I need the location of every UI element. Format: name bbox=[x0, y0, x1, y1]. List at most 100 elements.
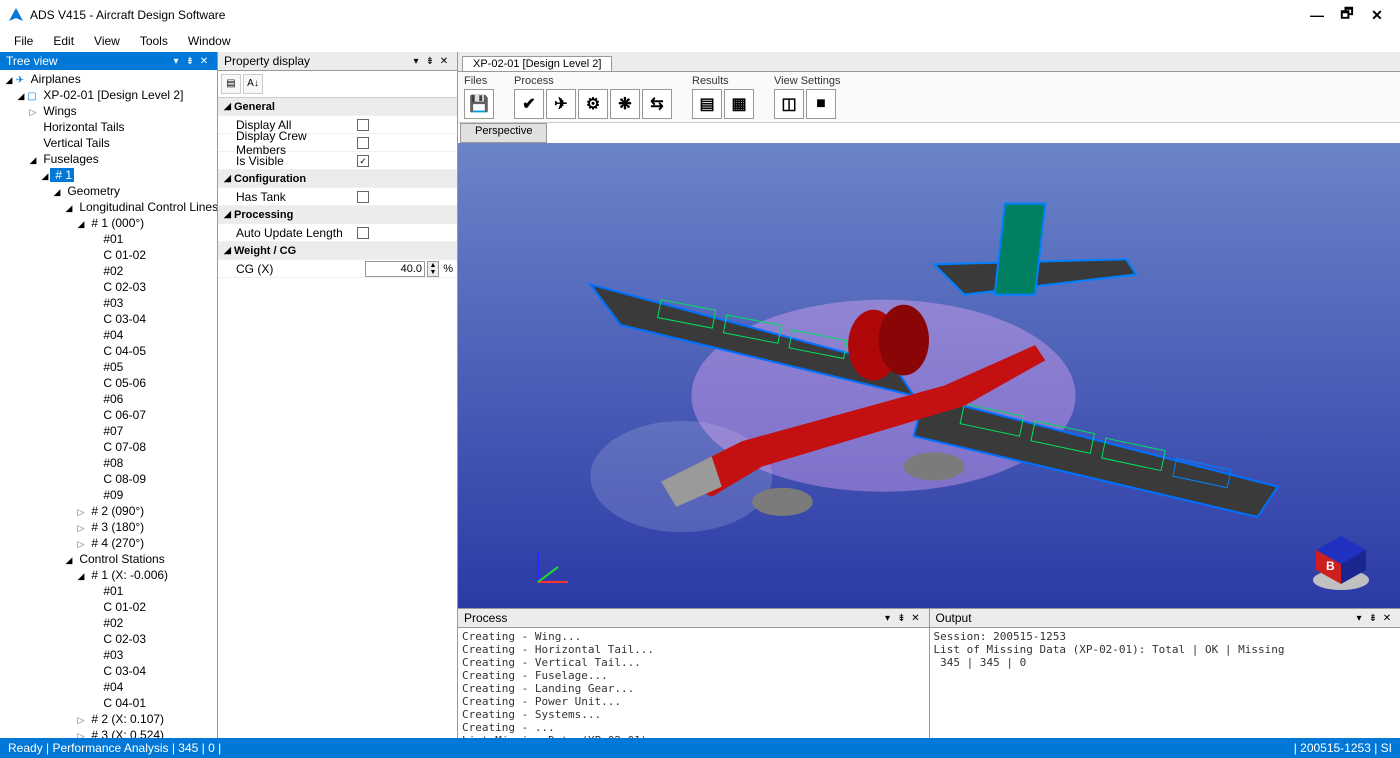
tree-label[interactable]: C 07-08 bbox=[98, 440, 148, 454]
triangle-open-icon[interactable]: ◢ bbox=[76, 217, 86, 232]
tree-label[interactable]: C 04-01 bbox=[98, 696, 148, 710]
tree-label[interactable]: #01 bbox=[98, 232, 125, 246]
tree-node[interactable]: ▷ # 2 (090°) bbox=[4, 504, 217, 520]
tree-node[interactable]: C 03-04 bbox=[4, 664, 217, 680]
tree-label[interactable]: C 08-09 bbox=[98, 472, 148, 486]
tree-node[interactable]: #02 bbox=[4, 264, 217, 280]
save-icon[interactable]: 💾 bbox=[464, 89, 494, 119]
tree-label[interactable]: C 01-02 bbox=[98, 600, 148, 614]
tree-node[interactable]: ◢✈ Airplanes bbox=[4, 72, 217, 88]
tree-node[interactable]: ◢ # 1 (000°) bbox=[4, 216, 217, 232]
tree-label[interactable]: # 3 (X: 0.524) bbox=[86, 728, 166, 738]
tree-node[interactable]: ◢ Control Stations bbox=[4, 552, 217, 568]
checkbox[interactable] bbox=[357, 119, 369, 131]
triangle-open-icon[interactable]: ◢ bbox=[16, 89, 26, 104]
tree-view[interactable]: ◢✈ Airplanes◢▢ XP-02-01 [Design Level 2]… bbox=[0, 70, 217, 738]
perspective-tab[interactable]: Perspective bbox=[460, 123, 547, 143]
tree-node[interactable]: Horizontal Tails bbox=[4, 120, 217, 136]
tree-label[interactable]: #08 bbox=[98, 456, 125, 470]
triangle-closed-icon[interactable]: ▷ bbox=[76, 521, 86, 536]
tree-node[interactable]: ◢ Longitudinal Control Lines bbox=[4, 200, 217, 216]
tree-label[interactable]: #03 bbox=[98, 648, 125, 662]
tree-node[interactable]: C 04-05 bbox=[4, 344, 217, 360]
panel-dropdown-icon[interactable]: ▾ bbox=[881, 613, 895, 624]
checkbox[interactable] bbox=[357, 137, 369, 149]
tree-label[interactable]: Fuselages bbox=[38, 152, 101, 166]
tree-node[interactable]: #02 bbox=[4, 616, 217, 632]
prop-section[interactable]: ◢ Weight / CG bbox=[218, 242, 457, 260]
output-log[interactable]: Session: 200515-1253 List of Missing Dat… bbox=[930, 628, 1400, 738]
triangle-closed-icon[interactable]: ▷ bbox=[28, 105, 38, 120]
tree-node[interactable]: ▷ # 4 (270°) bbox=[4, 536, 217, 552]
tree-label[interactable]: C 06-07 bbox=[98, 408, 148, 422]
panel-dropdown-icon[interactable]: ▾ bbox=[1352, 613, 1366, 624]
tree-label[interactable]: Wings bbox=[38, 104, 79, 118]
tree-node[interactable]: #09 bbox=[4, 488, 217, 504]
tree-label[interactable]: #02 bbox=[98, 264, 125, 278]
tree-node[interactable]: ◢ # 1 bbox=[4, 168, 217, 184]
tree-label[interactable]: # 2 (090°) bbox=[86, 504, 146, 518]
triangle-open-icon[interactable]: ◢ bbox=[224, 173, 234, 184]
tree-label[interactable]: XP-02-01 [Design Level 2] bbox=[38, 88, 185, 102]
tree-label[interactable]: #01 bbox=[98, 584, 125, 598]
triangle-open-icon[interactable]: ◢ bbox=[28, 153, 38, 168]
prop-categorize-icon[interactable]: ▤ bbox=[221, 74, 241, 94]
tree-label[interactable]: C 04-05 bbox=[98, 344, 148, 358]
tree-label[interactable]: Horizontal Tails bbox=[38, 120, 126, 134]
spinner-icon[interactable]: ▲▼ bbox=[427, 261, 439, 277]
checkbox[interactable] bbox=[357, 227, 369, 239]
tree-node[interactable]: C 06-07 bbox=[4, 408, 217, 424]
tree-label[interactable]: Control Stations bbox=[74, 552, 167, 566]
number-input[interactable] bbox=[365, 261, 425, 277]
panel-close-icon[interactable]: ✕ bbox=[1380, 613, 1394, 624]
tree-label[interactable]: #04 bbox=[98, 328, 125, 342]
tree-node[interactable]: ▷ Wings bbox=[4, 104, 217, 120]
tree-node[interactable]: #08 bbox=[4, 456, 217, 472]
tree-label[interactable]: # 4 (270°) bbox=[86, 536, 146, 550]
tree-label[interactable]: # 2 (X: 0.107) bbox=[86, 712, 166, 726]
menu-edit[interactable]: Edit bbox=[45, 32, 82, 50]
tree-label[interactable]: #02 bbox=[98, 616, 125, 630]
gear-icon[interactable]: ⚙ bbox=[578, 89, 608, 119]
panel-pin-icon[interactable]: ⇟ bbox=[183, 56, 197, 67]
tree-label[interactable]: Airplanes bbox=[26, 72, 83, 86]
tree-label[interactable]: #05 bbox=[98, 360, 125, 374]
tree-label[interactable]: # 3 (180°) bbox=[86, 520, 146, 534]
triangle-closed-icon[interactable]: ▷ bbox=[76, 537, 86, 552]
process-log[interactable]: Creating - Wing... Creating - Horizontal… bbox=[458, 628, 929, 738]
panel-pin-icon[interactable]: ⇟ bbox=[1366, 613, 1380, 624]
globe-icon[interactable]: ❋ bbox=[610, 89, 640, 119]
panel-pin-icon[interactable]: ⇟ bbox=[895, 613, 909, 624]
triangle-open-icon[interactable]: ◢ bbox=[224, 101, 234, 112]
tree-node[interactable]: ◢ # 1 (X: -0.006) bbox=[4, 568, 217, 584]
minimize-button[interactable]: — bbox=[1302, 7, 1332, 23]
menu-window[interactable]: Window bbox=[180, 32, 239, 50]
panel-dropdown-icon[interactable]: ▾ bbox=[409, 56, 423, 67]
checkbox[interactable] bbox=[357, 191, 369, 203]
viewport-3d[interactable]: B bbox=[458, 143, 1400, 608]
panel-close-icon[interactable]: ✕ bbox=[197, 56, 211, 67]
tree-label[interactable]: # 1 (X: -0.006) bbox=[86, 568, 170, 582]
triangle-open-icon[interactable]: ◢ bbox=[40, 169, 50, 184]
panel-dropdown-icon[interactable]: ▾ bbox=[169, 56, 183, 67]
triangle-open-icon[interactable]: ◢ bbox=[64, 201, 74, 216]
tree-node[interactable]: C 05-06 bbox=[4, 376, 217, 392]
tree-label[interactable]: C 02-03 bbox=[98, 280, 148, 294]
triangle-open-icon[interactable]: ◢ bbox=[4, 73, 14, 88]
tree-node[interactable]: ◢▢ XP-02-01 [Design Level 2] bbox=[4, 88, 217, 104]
tree-label[interactable]: #03 bbox=[98, 296, 125, 310]
tree-node[interactable]: #07 bbox=[4, 424, 217, 440]
triangle-open-icon[interactable]: ◢ bbox=[52, 185, 62, 200]
aircraft-icon[interactable]: ✈ bbox=[546, 89, 576, 119]
nav-cube-icon[interactable]: B bbox=[1306, 532, 1376, 592]
report-icon[interactable]: ▤ bbox=[692, 89, 722, 119]
prop-section[interactable]: ◢ Processing bbox=[218, 206, 457, 224]
frame-icon[interactable]: ◫ bbox=[774, 89, 804, 119]
tree-node[interactable]: #03 bbox=[4, 648, 217, 664]
tree-node[interactable]: C 01-02 bbox=[4, 600, 217, 616]
panel-close-icon[interactable]: ✕ bbox=[909, 613, 923, 624]
tree-node[interactable]: C 07-08 bbox=[4, 440, 217, 456]
tree-node[interactable]: #04 bbox=[4, 680, 217, 696]
triangle-open-icon[interactable]: ◢ bbox=[76, 569, 86, 584]
tree-node[interactable]: C 02-03 bbox=[4, 280, 217, 296]
